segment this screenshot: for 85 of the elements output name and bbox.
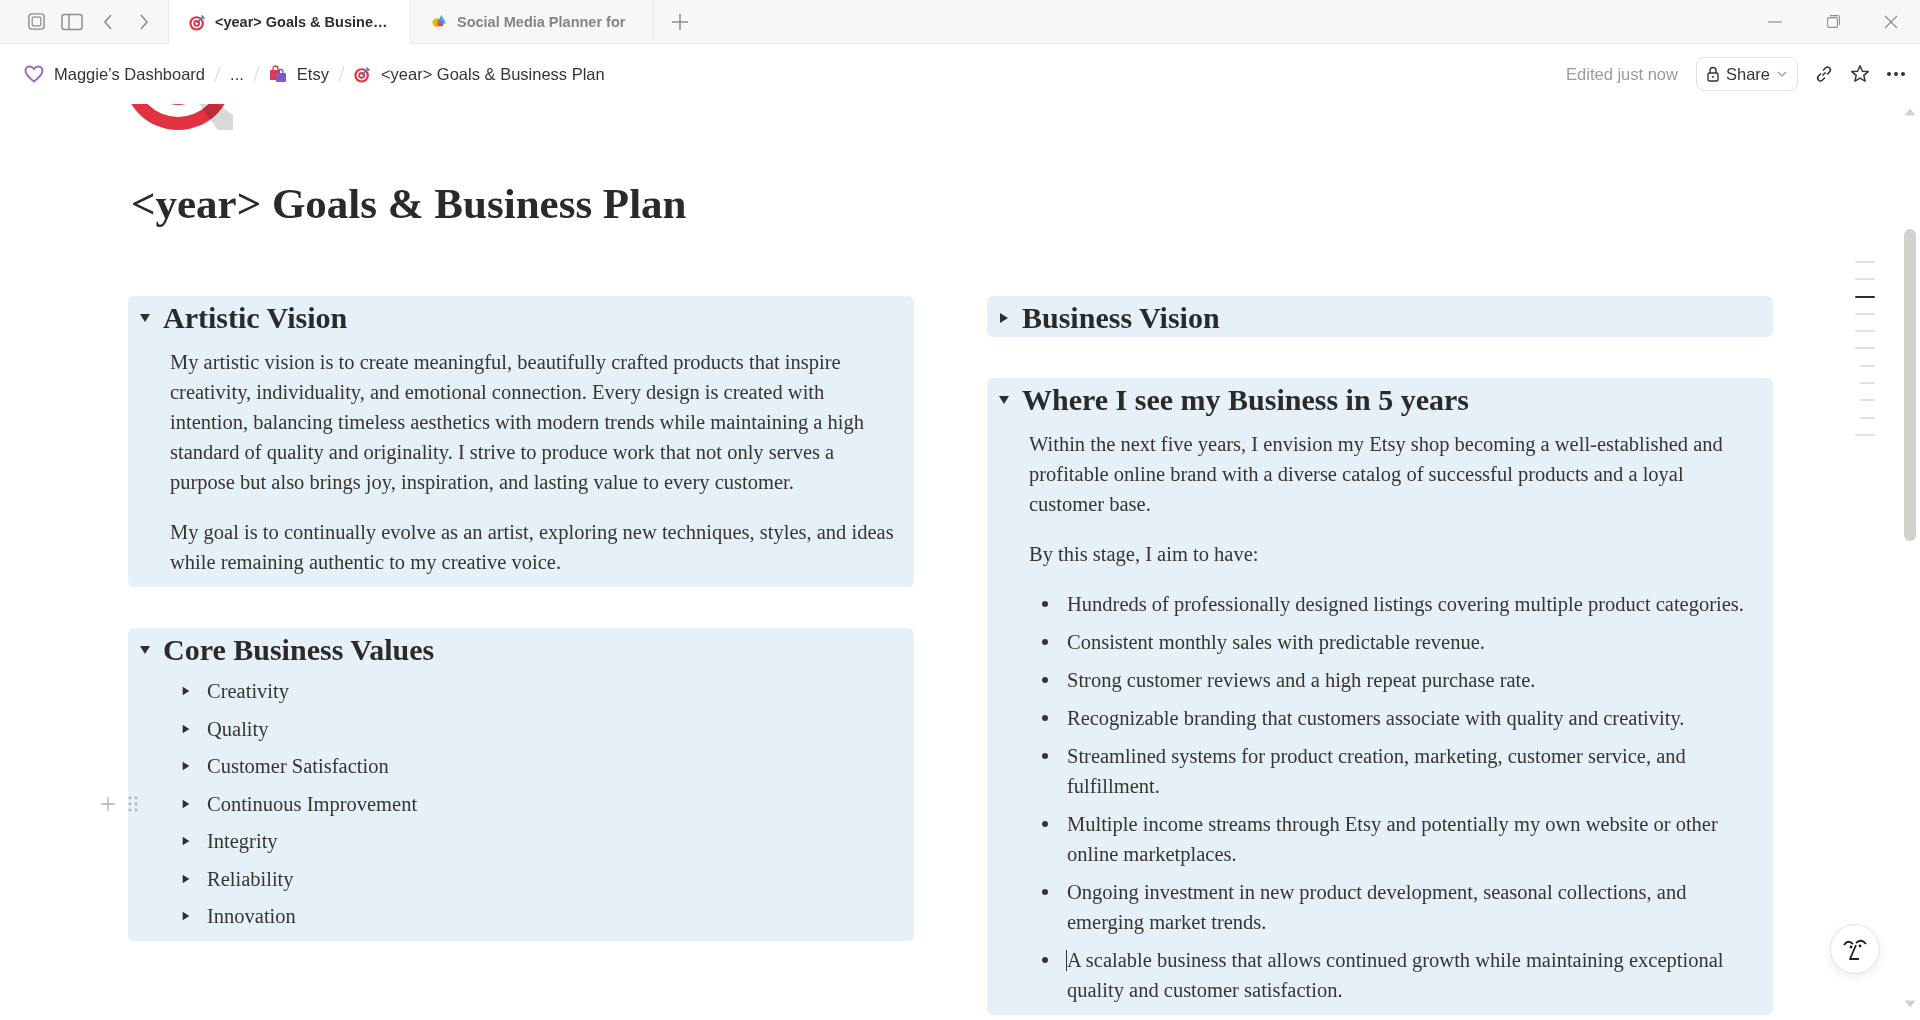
toggle-item-text[interactable]: Integrity [207,826,278,856]
bullet-icon [1042,957,1048,963]
bullet-icon [1042,821,1048,827]
plus-icon[interactable] [671,12,689,31]
paragraph-text: My goal is to continually evolve as an artist, exploring new techniques, styles, and ideas while remaining authentic to my creative voice. [170,520,895,576]
triangle-down-icon[interactable] [998,394,1010,406]
edit-status: Edited just now [1566,64,1678,84]
link-icon[interactable] [1814,64,1834,84]
breadcrumb-link[interactable]: <year> Goals & Business Plan [353,61,605,87]
restore-icon[interactable] [1826,15,1840,28]
bullet-icon [1042,715,1048,721]
paragraph-text: Within the next five years, I envision my Etsy shop becoming a well-established and profitable online brand with a diverse catalog of successful products and a loyal customer base. [1029,432,1724,517]
share-button[interactable]: Share [1695,57,1798,91]
drag-handle-icon[interactable] [128,795,138,812]
bullet-icon [1042,889,1048,895]
minimize-icon[interactable] [1768,20,1782,23]
outline-marker[interactable] [1855,278,1875,281]
bullet-icon [1042,639,1048,645]
toggle-item-text[interactable]: Reliability [207,863,294,894]
toggle-item-text[interactable]: Continuous Improvement [207,788,418,819]
toggle-item-text[interactable]: Innovation [207,901,296,931]
page-title: <year> Goals & Business Plan [131,179,687,229]
list-item-text: Streamlined systems for product creation, marketing, customer service, and fulfillment. [1067,744,1687,799]
scrollbar-thumb[interactable] [1904,229,1916,541]
outline-marker[interactable] [1860,382,1875,385]
list-item-text: A scalable business that allows continued growth while maintaining exceptional quality and customer satisfaction. [1067,948,1725,1004]
triangle-right-icon[interactable] [998,312,1010,324]
section-heading: Core Business Values [163,632,435,668]
triangle-right-icon[interactable] [181,836,191,846]
outline-marker[interactable] [1860,364,1875,367]
forward-icon[interactable] [138,12,150,31]
triangle-right-icon[interactable] [181,723,191,734]
bullet-icon [1042,753,1048,759]
plus-icon[interactable] [100,795,116,812]
toggle-item-text[interactable]: Customer Satisfaction [207,751,389,781]
more-icon[interactable] [1886,71,1906,77]
triangle-right-icon[interactable] [181,911,191,921]
paragraph-text: By this stage, I aim to have: [1029,542,1260,568]
paragraph-text: My artistic vision is to create meaningful, beautifully crafted products that inspire creativity, individuality, and emotional connection. Every design is created with intention, balancing timeless aesthetics with modern trends while maintaining a high standard of quality and originality. I strive to produce work that not only serves a purpose but also brings joy, inspiration, and lasting value to every customer. [170,350,865,496]
scroll-up-icon[interactable] [1904,108,1916,116]
target-icon [189,13,206,31]
section-heading: Artistic Vision [163,300,348,336]
shopping-bags-icon [268,65,287,83]
bullet-icon [1042,677,1048,683]
breadcrumb-link[interactable]: Maggie’s Dashboard [24,61,206,87]
outline-marker[interactable] [1855,261,1875,263]
section-heading: Business Vision [1022,300,1220,336]
help-button[interactable] [1830,924,1880,974]
breadcrumb-link[interactable]: ... [230,61,244,87]
triangle-down-icon[interactable] [139,644,151,656]
list-item-text: Consistent monthly sales with predictable revenue. [1067,630,1486,656]
triangle-right-icon[interactable] [181,873,191,884]
outline-marker[interactable] [1855,433,1875,436]
list-item-text: Multiple income streams through Etsy and potentially my own website or other online marketplaces. [1067,812,1719,868]
list-item-text: Hundreds of professionally designed listings covering multiple product categories. [1067,592,1745,618]
bullet-icon [1042,601,1048,607]
sidebar-icon[interactable] [61,12,83,31]
outline-marker[interactable] [1855,295,1875,298]
toggle-item-text[interactable]: Creativity [207,676,289,706]
scroll-down-icon[interactable] [1904,1000,1916,1008]
list-item-text: Ongoing investment in new product development, seasonal collections, and emerging market trends. [1067,880,1688,936]
list-item-text: Strong customer reviews and a high repeat purchase rate. [1067,668,1537,694]
list-item-text: Recognizable branding that customers associate with quality and creativity. [1067,706,1686,732]
outline-marker[interactable] [1860,399,1875,402]
triangle-right-icon[interactable] [181,761,191,771]
outline-marker[interactable] [1860,416,1875,419]
outline-marker[interactable] [1855,312,1875,315]
triangle-right-icon[interactable] [181,798,191,809]
triangle-down-icon[interactable] [139,312,151,324]
star-icon[interactable] [1850,64,1870,84]
chevron-down-icon [1777,71,1787,77]
toggle-item-text[interactable]: Quality [207,713,269,744]
tab[interactable]: <year> Goals & Busine… [168,0,411,44]
back-icon[interactable] [102,12,114,31]
logo-icon[interactable] [26,12,46,31]
lock-icon [1706,66,1719,82]
target-icon [353,65,371,83]
section-heading: Where I see my Business in 5 years [1022,382,1469,418]
outline-marker[interactable] [1855,347,1875,350]
breadcrumb-link[interactable]: Etsy [268,61,329,87]
triangle-right-icon[interactable] [181,686,191,696]
close-icon[interactable] [1884,14,1898,29]
outline-marker[interactable] [1855,330,1875,333]
heart-icon [24,65,44,83]
shapes-icon [431,13,448,30]
